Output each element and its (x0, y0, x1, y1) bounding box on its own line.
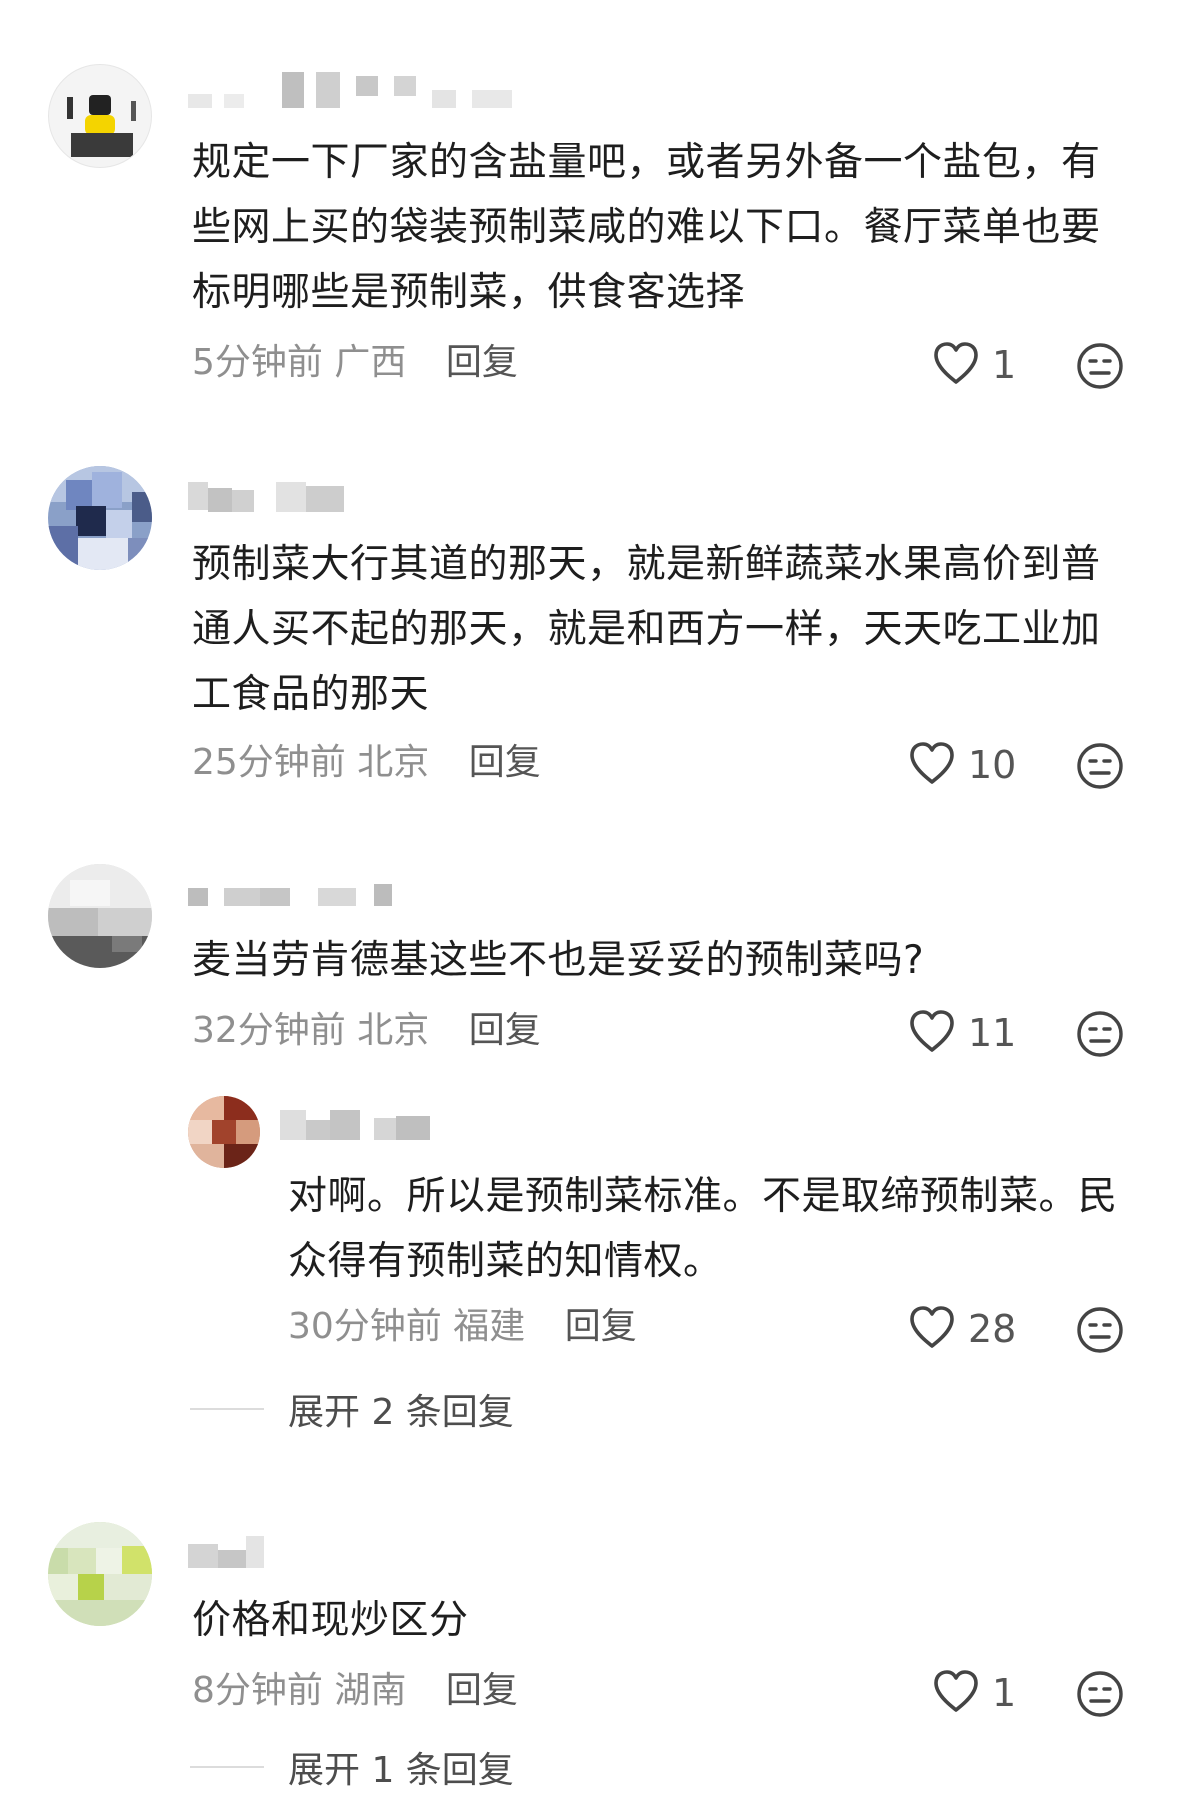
like-button[interactable]: 1 (932, 1666, 1016, 1720)
meh-face-icon[interactable] (1076, 742, 1124, 790)
meh-face-icon[interactable] (1076, 1670, 1124, 1718)
username-pixelated[interactable] (188, 880, 418, 916)
comment-text: 规定一下厂家的含盐量吧，或者另外备一个盐包，有些网上买的袋装预制菜咸的难以下口。… (192, 140, 1101, 315)
meh-face-icon[interactable] (1076, 1306, 1124, 1354)
reply-text: 对啊。所以是预制菜标准。不是取缔预制菜。民众得有预制菜的知情权。 (288, 1174, 1118, 1284)
comment-location: 湖南 (334, 1670, 407, 1711)
comment-location: 广西 (334, 342, 407, 383)
comment-location: 北京 (357, 1010, 430, 1051)
heart-outline-icon (932, 1669, 980, 1717)
avatar[interactable] (48, 864, 152, 968)
like-count: 11 (968, 1011, 1017, 1055)
comment-meta: 8分钟前 湖南 回复 (192, 1666, 518, 1716)
avatar[interactable] (188, 1096, 260, 1168)
username-pixelated[interactable] (188, 476, 358, 512)
expand-replies-label: 展开 2 条回复 (288, 1392, 514, 1433)
comment-meta: 25分钟前 北京 回复 (192, 738, 541, 788)
comment-time: 32分钟前 (192, 1010, 346, 1051)
comment-time: 8分钟前 (192, 1670, 323, 1711)
comment-time: 25分钟前 (192, 742, 346, 783)
expand-replies-label: 展开 1 条回复 (288, 1750, 514, 1791)
avatar[interactable] (48, 1522, 152, 1626)
like-count: 1 (992, 343, 1017, 387)
avatar[interactable] (48, 64, 152, 168)
comment-text: 预制菜大行其道的那天，就是新鲜蔬菜水果高价到普通人买不起的那天，就是和西方一样，… (192, 542, 1101, 717)
comment-meta: 32分钟前 北京 回复 (192, 1006, 541, 1056)
expand-replies-button[interactable]: 展开 2 条回复 (190, 1384, 514, 1434)
meh-face-icon[interactable] (1076, 1010, 1124, 1058)
divider-line (190, 1408, 264, 1410)
like-count: 28 (968, 1307, 1017, 1351)
heart-outline-icon (908, 741, 956, 789)
reply-location: 福建 (453, 1306, 526, 1347)
expand-replies-button[interactable]: 展开 1 条回复 (190, 1742, 514, 1792)
like-button[interactable]: 10 (908, 738, 1016, 792)
heart-outline-icon (932, 341, 980, 389)
comment-location: 北京 (357, 742, 430, 783)
username-pixelated[interactable] (188, 72, 528, 108)
like-count: 10 (968, 743, 1017, 787)
heart-outline-icon (908, 1305, 956, 1353)
avatar[interactable] (48, 466, 152, 570)
like-count: 1 (992, 1671, 1017, 1715)
reply-time: 30分钟前 (288, 1306, 442, 1347)
reply-button[interactable]: 回复 (565, 1306, 637, 1347)
reply-button[interactable]: 回复 (446, 342, 518, 383)
reply-meta: 30分钟前 福建 回复 (288, 1302, 637, 1352)
comment-meta: 5分钟前 广西 回复 (192, 338, 518, 388)
heart-outline-icon (908, 1009, 956, 1057)
comment-text: 价格和现炒区分 (192, 1598, 469, 1643)
reply-button[interactable]: 回复 (446, 1670, 518, 1711)
username-pixelated[interactable] (188, 1534, 278, 1570)
meh-face-icon[interactable] (1076, 342, 1124, 390)
username-pixelated[interactable] (280, 1106, 440, 1142)
like-button[interactable]: 11 (908, 1006, 1016, 1060)
reply-button[interactable]: 回复 (469, 1010, 541, 1051)
like-button[interactable]: 28 (908, 1302, 1016, 1356)
like-button[interactable]: 1 (932, 338, 1016, 392)
comment-item: 规定一下厂家的含盐量吧，或者另外备一个盐包，有些网上买的袋装预制菜咸的难以下口。… (0, 0, 1179, 400)
reply-button[interactable]: 回复 (469, 742, 541, 783)
comment-time: 5分钟前 (192, 342, 323, 383)
comment-text: 麦当劳肯德基这些不也是妥妥的预制菜吗? (192, 938, 925, 983)
divider-line (190, 1766, 264, 1768)
